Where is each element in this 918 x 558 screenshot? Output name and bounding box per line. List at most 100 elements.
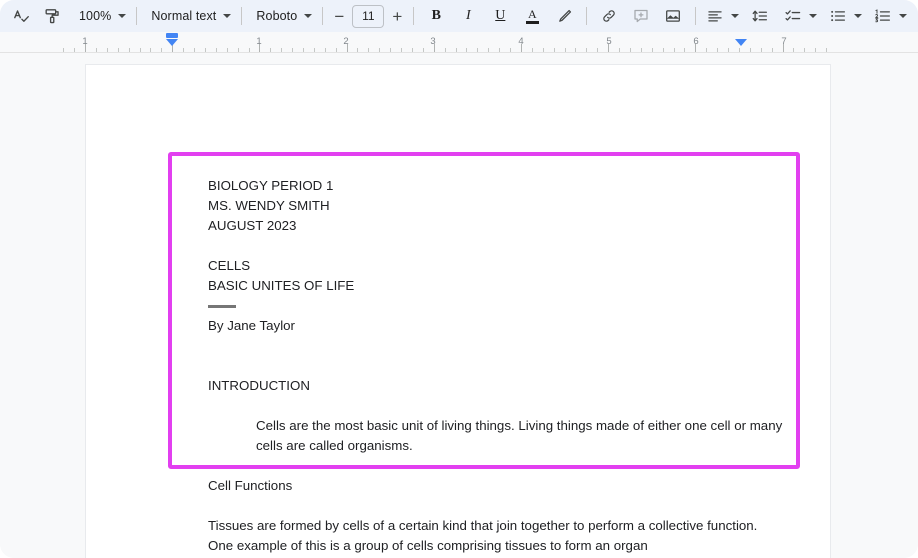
numbered-list-dropdown[interactable] bbox=[896, 3, 910, 29]
ruler-tick-minor bbox=[826, 48, 827, 52]
ruler-tick-minor bbox=[336, 48, 337, 52]
ruler-tick-minor bbox=[717, 48, 718, 52]
ruler-tick-minor bbox=[325, 48, 326, 52]
ruler-tick-minor bbox=[216, 48, 217, 52]
increase-font-size-button[interactable]: + bbox=[387, 8, 407, 25]
ruler-tick-minor bbox=[107, 48, 108, 52]
ruler-tick-minor bbox=[140, 48, 141, 52]
checklist-icon[interactable] bbox=[780, 3, 806, 29]
ruler-track: 1 1 2 3 4 5 6 7 bbox=[0, 32, 918, 52]
document-ruler[interactable]: 1 1 2 3 4 5 6 7 bbox=[0, 32, 918, 53]
align-left-icon[interactable] bbox=[702, 3, 728, 29]
ruler-tick-minor bbox=[674, 48, 675, 52]
ruler-tick-minor bbox=[532, 48, 533, 52]
toolbar-divider bbox=[136, 7, 138, 25]
link-glyph bbox=[603, 10, 616, 22]
bold-button[interactable]: B bbox=[423, 3, 449, 29]
insert-image-icon[interactable] bbox=[660, 3, 686, 29]
doc-blank-line bbox=[208, 396, 788, 416]
italic-label: I bbox=[465, 8, 471, 23]
docs-editor-window: 100% Normal text Roboto − 11 + B I U A 1… bbox=[0, 0, 918, 558]
formatting-toolbar: 100% Normal text Roboto − 11 + B I U A bbox=[0, 0, 918, 32]
numbered-list-icon[interactable] bbox=[870, 3, 896, 29]
left-indent-triangle bbox=[166, 39, 178, 46]
ruler-tick-minor bbox=[554, 48, 555, 52]
doc-title-sub: BASIC UNITES OF LIFE bbox=[208, 278, 355, 293]
numbered-list-glyph bbox=[875, 9, 891, 23]
paragraph-style-dropdown[interactable]: Normal text bbox=[143, 3, 235, 29]
document-page[interactable]: BIOLOGY PERIOD 1 MS. WENDY SMITH AUGUST … bbox=[85, 64, 831, 558]
decrease-font-size-button[interactable]: − bbox=[329, 8, 349, 25]
ruler-number: 1 bbox=[256, 36, 262, 47]
bulleted-list-icon[interactable] bbox=[825, 3, 851, 29]
underline-label: U bbox=[495, 8, 506, 23]
doc-section-heading: INTRODUCTION bbox=[208, 378, 310, 393]
left-indent-marker[interactable] bbox=[166, 33, 178, 46]
ruler-tick-minor bbox=[652, 48, 653, 52]
ruler-tick-minor bbox=[314, 48, 315, 52]
toolbar-divider bbox=[695, 7, 697, 25]
ruler-tick-minor bbox=[227, 48, 228, 52]
ruler-tick-minor bbox=[249, 48, 250, 52]
toolbar-divider bbox=[586, 7, 588, 25]
bold-label: B bbox=[431, 8, 441, 23]
document-canvas[interactable]: BIOLOGY PERIOD 1 MS. WENDY SMITH AUGUST … bbox=[0, 53, 918, 558]
chevron-down-icon bbox=[118, 14, 127, 18]
paragraph-style-value: Normal text bbox=[151, 9, 217, 23]
document-text-body[interactable]: BIOLOGY PERIOD 1 MS. WENDY SMITH AUGUST … bbox=[208, 176, 788, 556]
spellcheck-icon[interactable] bbox=[8, 3, 34, 29]
right-indent-marker[interactable] bbox=[735, 39, 747, 46]
text-color-button[interactable]: A bbox=[519, 3, 545, 29]
image-glyph bbox=[666, 10, 681, 22]
underline-button[interactable]: U bbox=[487, 3, 513, 29]
text-color-icon: A bbox=[525, 8, 539, 24]
ruler-tick-minor bbox=[129, 48, 130, 52]
ruler-tick-minor bbox=[357, 48, 358, 52]
font-family-dropdown[interactable]: Roboto bbox=[248, 3, 316, 29]
ruler-tick-minor bbox=[466, 48, 467, 52]
ruler-tick-minor bbox=[161, 48, 162, 52]
left-indent-rect bbox=[166, 33, 178, 38]
highlight-pen-icon[interactable] bbox=[551, 3, 577, 29]
ruler-tick-minor bbox=[445, 48, 446, 52]
paint-format-icon[interactable] bbox=[39, 3, 65, 29]
doc-intro-paragraph: Cells are the most basic unit of living … bbox=[256, 418, 783, 453]
doc-blank-line bbox=[208, 356, 788, 376]
ruler-tick-minor bbox=[150, 48, 151, 52]
ruler-tick-minor bbox=[663, 48, 664, 52]
checklist-dropdown[interactable] bbox=[806, 3, 820, 29]
doc-line-date: AUGUST 2023 bbox=[208, 218, 297, 233]
doc-line-teacher: MS. WENDY SMITH bbox=[208, 198, 330, 213]
paint-roller-glyph bbox=[44, 8, 59, 23]
ruler-tick-minor bbox=[390, 48, 391, 52]
insert-link-icon[interactable] bbox=[596, 3, 622, 29]
italic-button[interactable]: I bbox=[455, 3, 481, 29]
ruler-tick-minor bbox=[586, 48, 587, 52]
ruler-tick-minor bbox=[510, 48, 511, 52]
ruler-tick-minor bbox=[368, 48, 369, 52]
add-comment-icon[interactable] bbox=[628, 3, 654, 29]
ruler-tick-minor bbox=[750, 48, 751, 52]
bulleted-list-glyph bbox=[831, 10, 846, 22]
ruler-tick-minor bbox=[292, 48, 293, 52]
ruler-tick-minor bbox=[543, 48, 544, 52]
bulleted-list-dropdown[interactable] bbox=[851, 3, 865, 29]
ruler-tick-minor bbox=[379, 48, 380, 52]
chevron-down-icon bbox=[223, 14, 232, 18]
ruler-tick-minor bbox=[499, 48, 500, 52]
chevron-down-icon bbox=[731, 14, 740, 18]
ruler-number: 7 bbox=[781, 36, 787, 47]
ruler-number: 2 bbox=[343, 36, 349, 47]
doc-body-paragraph: Tissues are formed by cells of a certain… bbox=[208, 518, 758, 553]
zoom-dropdown[interactable]: 100% bbox=[71, 3, 130, 29]
ruler-tick-minor bbox=[270, 48, 271, 52]
font-size-input[interactable]: 11 bbox=[352, 4, 385, 28]
align-glyph bbox=[708, 11, 722, 22]
spellcheck-glyph bbox=[13, 9, 29, 22]
zoom-value: 100% bbox=[79, 9, 112, 23]
line-spacing-icon[interactable] bbox=[747, 3, 773, 29]
align-dropdown[interactable] bbox=[728, 3, 742, 29]
ruler-tick-minor bbox=[706, 48, 707, 52]
ruler-tick-minor bbox=[597, 48, 598, 52]
chevron-down-icon bbox=[899, 14, 908, 18]
